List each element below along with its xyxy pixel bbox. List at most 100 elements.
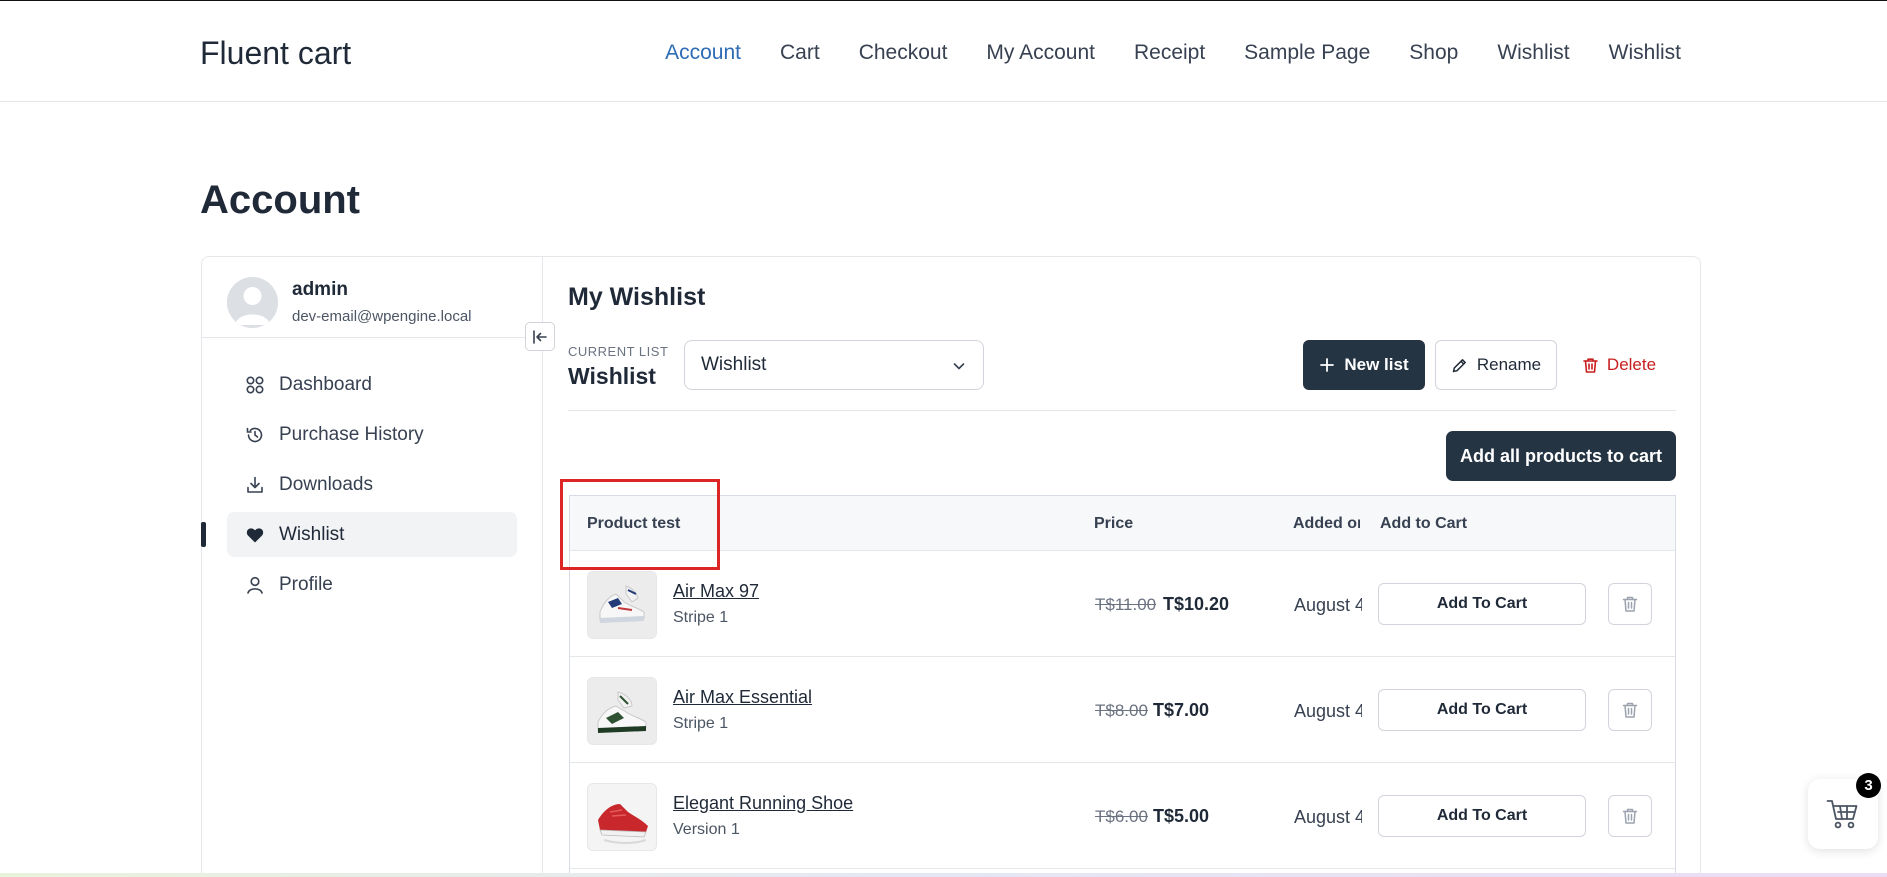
added-date: August 4: [1294, 701, 1362, 721]
product-variant: Version 1: [673, 821, 740, 838]
nav-item-account[interactable]: Account: [665, 41, 741, 65]
nav-item-sample-page[interactable]: Sample Page: [1244, 41, 1370, 65]
new-list-button[interactable]: New list: [1303, 340, 1425, 390]
main-nav: Account Cart Checkout My Account Receipt…: [665, 41, 1681, 65]
sidebar-item-label: Downloads: [279, 473, 373, 495]
wishlist-table: Product test Price Added on Add to Cart: [569, 495, 1676, 877]
column-header-product: Product test: [587, 515, 681, 532]
sidebar-item-dashboard[interactable]: Dashboard: [227, 362, 517, 407]
heart-icon: [244, 524, 266, 546]
profile-email: dev-email@wpengine.local: [292, 308, 472, 325]
nav-item-wishlist-2[interactable]: Wishlist: [1609, 41, 1681, 65]
product-image[interactable]: [587, 783, 657, 851]
rename-button[interactable]: Rename: [1435, 340, 1557, 390]
avatar: [227, 277, 278, 328]
collapse-sidebar-button[interactable]: [525, 322, 555, 351]
sidebar-item-purchase-history[interactable]: Purchase History: [227, 412, 517, 457]
column-header-added-on: Added on: [1293, 515, 1360, 532]
sale-price: T$10.20: [1163, 594, 1230, 614]
page-title: Account: [200, 178, 360, 222]
product-name-link[interactable]: Air Max 97: [673, 581, 759, 602]
delete-list-button[interactable]: Delete: [1574, 340, 1664, 390]
add-to-cart-button[interactable]: Add To Cart: [1378, 689, 1586, 731]
current-list-label: CURRENT LIST: [568, 344, 669, 359]
plus-icon: [1320, 358, 1335, 372]
trash-icon: [1583, 357, 1598, 373]
trash-icon: [1622, 808, 1638, 824]
chevron-down-icon: [951, 358, 967, 380]
trash-icon: [1622, 596, 1638, 612]
sidebar-item-label: Wishlist: [279, 523, 345, 545]
user-icon: [244, 574, 266, 596]
table-row: Air Max 97 Stripe 1 T$11.00 T$10.20 Augu…: [570, 551, 1675, 657]
pencil-icon: [1452, 358, 1466, 372]
add-all-to-cart-button[interactable]: Add all products to cart: [1446, 431, 1676, 481]
table-row: Air Max Essential Stripe 1 T$8.00 T$7.00…: [570, 657, 1675, 763]
original-price: T$11.00: [1095, 595, 1157, 614]
sidebar-item-profile[interactable]: Profile: [227, 562, 517, 607]
cart-count-badge: 3: [1856, 773, 1881, 798]
account-card: admin dev-email@wpengine.local Dashboard: [201, 256, 1701, 877]
nav-item-checkout[interactable]: Checkout: [859, 41, 948, 65]
added-date: August 4: [1294, 807, 1362, 827]
avatar-icon: [227, 277, 278, 328]
sidebar-divider: [202, 337, 542, 338]
sneaker-image-icon: [588, 678, 656, 744]
remove-item-button[interactable]: [1608, 583, 1652, 625]
wishlist-select[interactable]: Wishlist: [684, 340, 984, 390]
active-indicator: [201, 522, 206, 547]
remove-item-button[interactable]: [1608, 795, 1652, 837]
product-name-link[interactable]: Elegant Running Shoe: [673, 793, 853, 814]
profile-name: admin: [292, 279, 348, 300]
history-icon: [244, 424, 266, 446]
collapse-left-icon: [533, 329, 547, 344]
sneaker-image-icon: [588, 572, 656, 638]
remove-item-button[interactable]: [1608, 689, 1652, 731]
trash-icon: [1622, 702, 1638, 718]
product-variant: Stripe 1: [673, 715, 729, 732]
panel-divider: [568, 410, 1676, 411]
sidebar-item-label: Purchase History: [279, 423, 424, 445]
account-sidebar: admin dev-email@wpengine.local Dashboard: [201, 257, 555, 877]
wishlist-panel: My Wishlist CURRENT LIST Wishlist Wishli…: [568, 257, 1676, 877]
product-image[interactable]: [587, 677, 657, 745]
rename-label: Rename: [1476, 355, 1542, 374]
shopping-cart-icon: [1826, 800, 1858, 829]
sidebar-item-wishlist[interactable]: Wishlist: [201, 512, 517, 557]
account-nav: Dashboard Purchase History Downloads Wis…: [201, 362, 517, 612]
added-date: August 4: [1294, 595, 1362, 615]
site-title[interactable]: Fluent cart: [200, 35, 351, 72]
sale-price: T$5.00: [1153, 806, 1210, 826]
original-price: T$6.00: [1095, 807, 1148, 826]
column-header-price: Price: [1094, 515, 1134, 532]
wishlist-title: My Wishlist: [568, 283, 706, 311]
add-to-cart-button[interactable]: Add To Cart: [1378, 795, 1586, 837]
product-variant: Stripe 1: [673, 609, 729, 626]
nav-item-receipt[interactable]: Receipt: [1134, 41, 1205, 65]
sneaker-image-icon: [588, 784, 656, 850]
product-name-link[interactable]: Air Max Essential: [673, 687, 812, 708]
nav-item-wishlist[interactable]: Wishlist: [1497, 41, 1569, 65]
delete-label: Delete: [1606, 355, 1657, 374]
new-list-label: New list: [1344, 355, 1409, 374]
grid-icon: [244, 374, 266, 396]
current-list-name: Wishlist: [568, 363, 656, 389]
original-price: T$8.00: [1095, 701, 1148, 720]
column-header-add-to-cart: Add to Cart: [1380, 515, 1468, 532]
sidebar-item-label: Dashboard: [279, 373, 372, 395]
add-to-cart-button[interactable]: Add To Cart: [1378, 583, 1586, 625]
nav-item-my-account[interactable]: My Account: [986, 41, 1095, 65]
bottom-strip: [0, 873, 1887, 877]
wishlist-select-value: Wishlist: [701, 354, 767, 375]
download-icon: [244, 474, 266, 496]
sale-price: T$7.00: [1153, 700, 1210, 720]
table-row: Elegant Running Shoe Version 1 T$6.00 T$…: [570, 763, 1675, 869]
profile-block: admin dev-email@wpengine.local: [227, 271, 527, 337]
table-header: Product test Price Added on Add to Cart: [570, 496, 1675, 551]
nav-item-cart[interactable]: Cart: [780, 41, 820, 65]
nav-item-shop[interactable]: Shop: [1409, 41, 1458, 65]
site-header: Fluent cart Account Cart Checkout My Acc…: [0, 1, 1887, 102]
sidebar-item-label: Profile: [279, 573, 333, 595]
product-image[interactable]: [587, 571, 657, 639]
sidebar-item-downloads[interactable]: Downloads: [227, 462, 517, 507]
